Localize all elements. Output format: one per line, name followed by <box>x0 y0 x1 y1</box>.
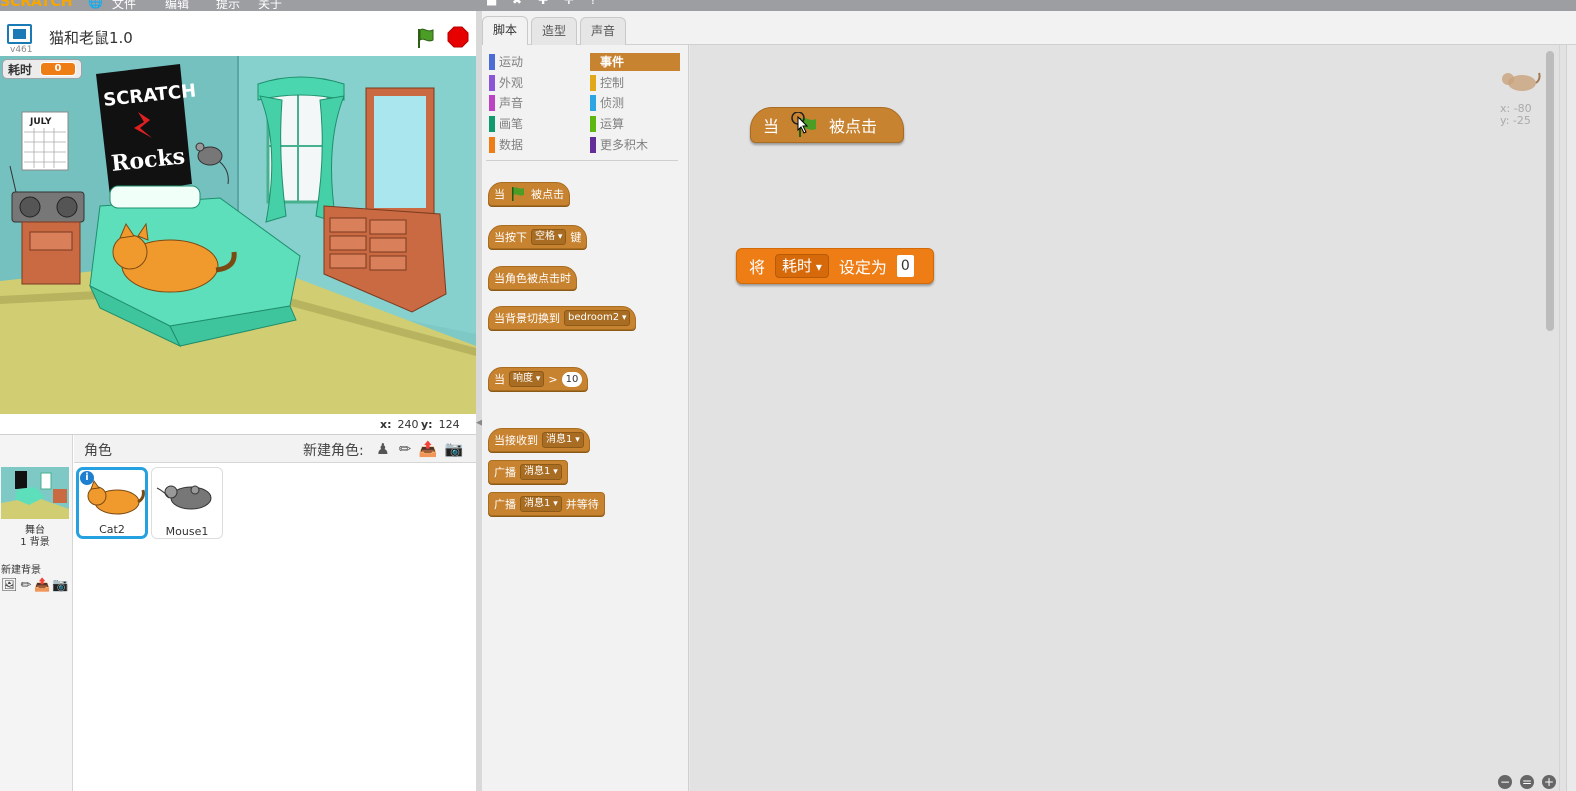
category-pen[interactable]: 画笔 <box>489 115 579 133</box>
help-icon[interactable]: ? <box>590 0 596 7</box>
duplicate-icon[interactable]: ■ <box>486 0 497 7</box>
block-when-key-pressed[interactable]: 当按下 空格 键 <box>488 218 588 249</box>
category-motion[interactable]: 运动 <box>489 53 579 71</box>
green-flag-icon <box>512 187 524 201</box>
vertical-scrollbar[interactable] <box>1546 51 1554 331</box>
new-sprite-label: 新建角色: <box>303 443 364 459</box>
project-title[interactable]: 猫和老鼠1.0 <box>49 27 133 48</box>
tab-sounds[interactable]: 声音 <box>580 17 627 45</box>
shrink-icon[interactable]: ✛ <box>564 0 574 7</box>
sprite-pane: 舞台 1 背景 新建背景 🖼 ✏ 📤 📷 角色 新建角色: ♟ ✏ 📤 📷 i <box>0 434 476 791</box>
x-readout: x: 240 <box>380 418 419 431</box>
mouse-sprite-thumbnail <box>156 485 212 510</box>
paint-sprite-icon[interactable]: ✏ <box>395 439 415 459</box>
calendar-text: JULY <box>29 117 52 127</box>
camera-sprite-icon[interactable]: 📷 <box>444 439 464 459</box>
backdrop-dropdown[interactable]: bedroom2 <box>564 310 631 326</box>
menu-tips[interactable]: 提示 <box>216 0 240 11</box>
scratch-logo[interactable]: SCRATCH <box>0 0 72 10</box>
sprites-header: 角色 新建角色: ♟ ✏ 📤 📷 <box>74 435 476 463</box>
menu-edit[interactable]: 编辑 <box>165 0 189 11</box>
monitor-label: 耗时 <box>8 62 33 77</box>
scroll-track <box>1559 45 1560 791</box>
block-when-sprite-clicked[interactable]: 当角色被点击时 <box>488 259 577 290</box>
zoom-reset-icon[interactable]: = <box>1520 775 1534 789</box>
category-looks[interactable]: 外观 <box>489 74 579 92</box>
message-dropdown[interactable]: 消息1 <box>542 432 584 448</box>
stage-label: 舞台 1 背景 <box>20 525 50 548</box>
delete-icon[interactable]: ✖ <box>512 0 522 7</box>
stage-canvas[interactable]: JULY SCRATCH Rocks 耗时 0 <box>0 56 476 414</box>
zoom-out-icon[interactable]: − <box>1498 775 1512 789</box>
palette-divider <box>486 160 678 161</box>
block-when-backdrop-switches[interactable]: 当背景切换到 bedroom2 <box>488 299 637 330</box>
right-edge <box>1566 45 1576 791</box>
stage-header: v461 猫和老鼠1.0 <box>0 11 476 56</box>
sprite-card-mouse1[interactable]: Mouse1 <box>151 467 223 539</box>
script-set-variable[interactable]: 将 耗时 设定为 0 <box>736 248 934 284</box>
menu-about[interactable]: 关于 <box>258 0 282 11</box>
key-dropdown[interactable]: 空格 <box>531 229 567 245</box>
fullscreen-icon[interactable] <box>7 24 32 44</box>
version-label: v461 <box>10 45 33 55</box>
tab-scripts[interactable]: 脚本 <box>482 16 529 46</box>
message-dropdown[interactable]: 消息1 <box>520 496 562 512</box>
block-when-flag-clicked[interactable]: 当 被点击 <box>488 175 570 206</box>
camera-backdrop-icon[interactable]: 📷 <box>52 578 68 594</box>
block-palette: 运动 外观 声音 画笔 数据 事件 控制 侦测 运算 更多积木 当 被点击 当按… <box>482 45 689 791</box>
sensor-value-input[interactable]: 10 <box>561 371 583 387</box>
sprites-title: 角色 <box>84 443 112 459</box>
editor-tabs: 脚本 造型 声音 <box>482 11 1576 46</box>
green-flag-icon <box>791 112 817 137</box>
green-flag-icon[interactable] <box>414 26 438 50</box>
sprite-card-cat2[interactable]: i Cat2 <box>76 467 148 539</box>
bedroom-backdrop: JULY SCRATCH Rocks <box>0 56 476 414</box>
new-backdrop-label: 新建背景 <box>1 565 41 576</box>
zoom-controls: − = + <box>1498 775 1556 789</box>
stop-icon[interactable] <box>447 26 469 48</box>
tab-costumes[interactable]: 造型 <box>531 17 578 45</box>
paint-backdrop-icon[interactable]: ✏ <box>18 578 34 594</box>
cat-sprite-thumbnail <box>87 479 145 515</box>
sensor-dropdown[interactable]: 响度 <box>509 371 545 387</box>
mouse-coords: x: 240 y: 124 <box>0 414 476 434</box>
script-when-flag-clicked[interactable]: 当 被点击 <box>750 94 904 143</box>
monitor-value: 0 <box>40 62 77 76</box>
variable-dropdown[interactable]: 耗时 <box>775 254 829 278</box>
block-broadcast-and-wait[interactable]: 广播 消息1 并等待 <box>488 492 605 516</box>
stage-column: 舞台 1 背景 新建背景 🖼 ✏ 📤 📷 <box>0 435 73 791</box>
block-broadcast[interactable]: 广播 消息1 <box>488 460 568 484</box>
globe-icon[interactable]: 🌐 <box>88 0 103 9</box>
set-value-input[interactable]: 0 <box>896 255 914 277</box>
sprite-name: Cat2 <box>99 523 125 536</box>
block-when-sensor-greater[interactable]: 当 响度 > 10 <box>488 360 589 391</box>
menu-file[interactable]: 文件 <box>112 0 136 11</box>
message-dropdown[interactable]: 消息1 <box>520 464 562 480</box>
current-sprite-icon <box>1502 72 1541 91</box>
category-operators[interactable]: 运算 <box>590 115 680 133</box>
upload-backdrop-icon[interactable]: 📤 <box>34 578 50 594</box>
sprite-library-icon[interactable]: ♟ <box>373 439 393 459</box>
category-control[interactable]: 控制 <box>590 74 680 92</box>
category-more-blocks[interactable]: 更多积木 <box>590 136 680 154</box>
upload-sprite-icon[interactable]: 📤 <box>418 439 438 459</box>
scratch-editor: SCRATCH 🌐 文件 编辑 提示 关于 ■ ✖ ✚ ✛ ? v461 猫和老… <box>0 0 1576 791</box>
category-data[interactable]: 数据 <box>489 136 579 154</box>
grow-icon[interactable]: ✚ <box>538 0 548 7</box>
category-sensing[interactable]: 侦测 <box>590 94 680 112</box>
category-events[interactable]: 事件 <box>590 53 680 71</box>
stage-thumbnail[interactable] <box>1 467 69 519</box>
sprite-position-info: x: -80 y: -25 <box>1500 102 1532 127</box>
category-sound[interactable]: 声音 <box>489 94 579 112</box>
sprite-name: Mouse1 <box>165 525 209 538</box>
y-readout: y: 124 <box>421 418 460 431</box>
variable-monitor[interactable]: 耗时 0 <box>2 59 83 79</box>
block-when-receive[interactable]: 当接收到 消息1 <box>488 421 590 452</box>
backdrop-library-icon[interactable]: 🖼 <box>1 578 18 594</box>
zoom-in-icon[interactable]: + <box>1542 775 1556 789</box>
scripts-area[interactable]: 当 被点击 将 耗时 设定为 0 x: -80 y: -25 − = + <box>690 45 1576 791</box>
menu-bar: SCRATCH 🌐 文件 编辑 提示 关于 ■ ✖ ✚ ✛ ? <box>0 0 1576 11</box>
